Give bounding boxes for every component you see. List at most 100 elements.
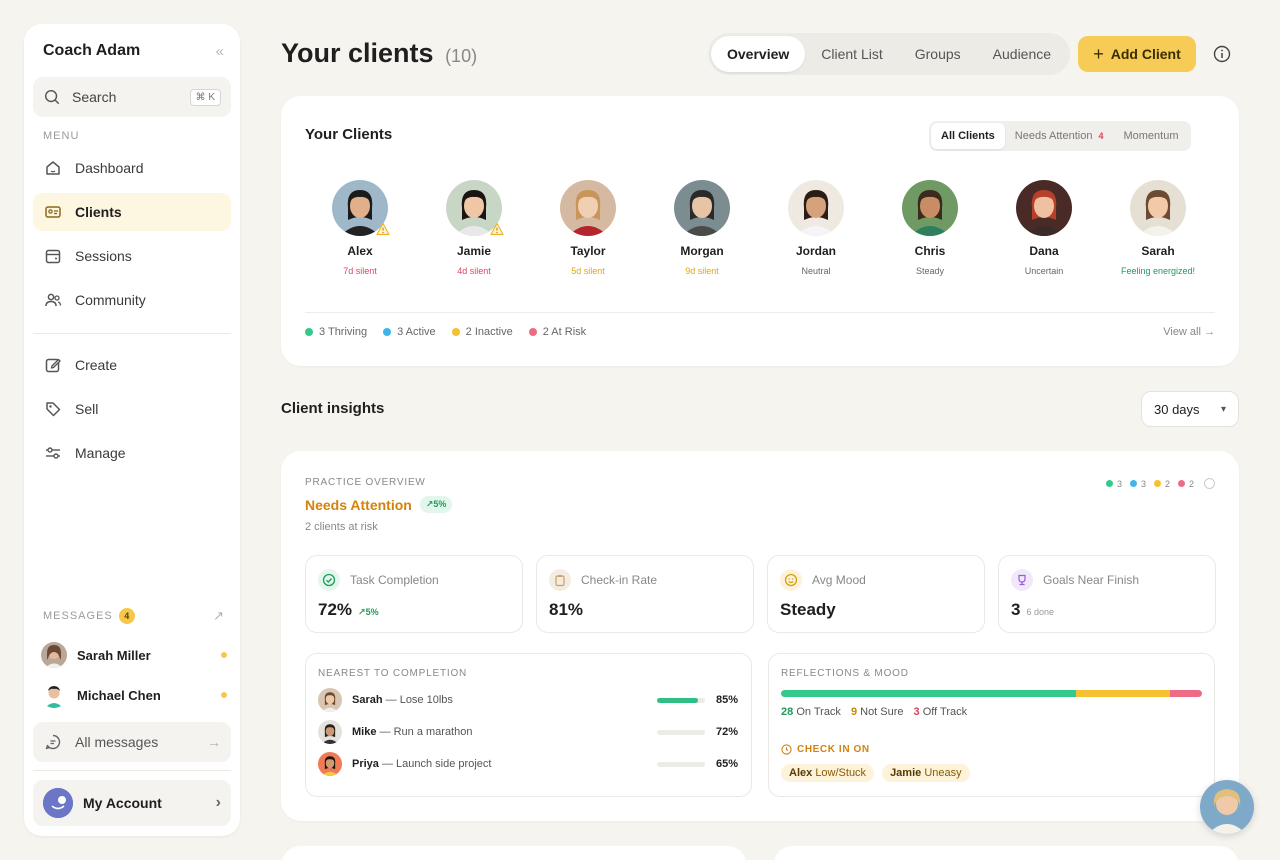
client-status: 7d silent [343, 266, 377, 276]
attention-count-badge: 4 [1098, 131, 1104, 141]
status-dot [1129, 480, 1137, 487]
id-card-icon [45, 206, 61, 218]
mini-legend-count: 2 [1188, 478, 1194, 489]
goal-description: — Launch side project [381, 758, 492, 770]
next-card-peek [281, 846, 747, 860]
client-avatar-card[interactable]: Jamie 4d silent [417, 180, 531, 276]
filter-label: Momentum [1123, 130, 1179, 142]
mood-count: 3 [913, 706, 920, 718]
check-in-tag[interactable]: Alex Low/Stuck [781, 764, 875, 782]
metric-value: 3 [1011, 600, 1021, 619]
metric-value-row: 81% [549, 600, 583, 620]
check-circle-icon [318, 569, 340, 591]
info-icon[interactable] [1204, 478, 1215, 489]
check-in-tag[interactable]: Jamie Uneasy [882, 764, 970, 782]
practice-subtitle: 2 clients at risk [305, 521, 378, 533]
check-in-label-text: CHECK IN ON [797, 744, 870, 755]
client-avatar-card[interactable]: Dana Uncertain [987, 180, 1101, 276]
tab-client-list[interactable]: Client List [805, 36, 898, 72]
messages-count-badge: 4 [118, 608, 135, 624]
sidebar-item-community[interactable]: Community [33, 281, 231, 319]
client-name: Dana [1029, 244, 1059, 258]
warning-icon [376, 222, 390, 236]
info-icon[interactable] [1212, 44, 1232, 64]
client-avatar-card[interactable]: Alex 7d silent [303, 180, 417, 276]
legend-item: 2 Inactive [451, 326, 513, 338]
client-avatar-card[interactable]: Sarah Feeling energized! [1101, 180, 1215, 276]
workspace-title: Coach Adam [43, 42, 141, 59]
client-name: Alex [347, 244, 373, 258]
client-name: Jordan [795, 244, 836, 258]
avatar [788, 180, 844, 236]
date-range-select[interactable]: 30 days ▾ [1141, 391, 1239, 427]
floating-support-avatar[interactable] [1200, 780, 1254, 834]
metric-card[interactable]: Avg Mood Steady [767, 555, 985, 633]
practice-overview-card: PRACTICE OVERVIEW Needs Attention ↗5% 2 … [281, 451, 1239, 821]
client-avatar-card[interactable]: Taylor 5d silent [531, 180, 645, 276]
avatar [1016, 180, 1072, 236]
client-status: Neutral [801, 266, 831, 276]
message-thread[interactable]: Michael Chen [41, 681, 227, 709]
add-client-button[interactable]: + Add Client [1078, 36, 1196, 72]
avatar [318, 720, 342, 744]
page-title: Your clients (10) [281, 38, 477, 69]
sidebar-item-dashboard[interactable]: Dashboard [33, 149, 231, 187]
all-messages-button[interactable]: All messages → [33, 722, 231, 762]
status-dot [451, 328, 460, 336]
client-name: Morgan [680, 244, 724, 258]
smile-icon [780, 569, 802, 591]
mini-legend-count: 3 [1116, 478, 1122, 489]
my-account-button[interactable]: My Account › [33, 780, 231, 826]
view-all-link[interactable]: View all → [1163, 326, 1215, 338]
goal-client-name: Sarah [352, 694, 383, 706]
sidebar-item-create[interactable]: Create [33, 346, 231, 384]
avatar [318, 752, 342, 776]
client-avatar-card[interactable]: Chris Steady [873, 180, 987, 276]
filter-momentum[interactable]: Momentum [1113, 123, 1188, 149]
expand-arrow-icon[interactable]: ↗ [213, 608, 224, 624]
tab-audience[interactable]: Audience [977, 36, 1067, 72]
avatar [674, 180, 730, 236]
metric-card[interactable]: Task Completion 72% ↗5% [305, 555, 523, 633]
filter-needs-attention[interactable]: Needs Attention 4 [1005, 123, 1114, 149]
sidebar-item-sessions[interactable]: Sessions [33, 237, 231, 275]
legend-label: 2 At Risk [542, 326, 587, 338]
collapse-sidebar-icon[interactable]: « [216, 43, 224, 60]
goal-progress-bar [657, 761, 705, 767]
sidebar-item-sell[interactable]: Sell [33, 390, 231, 428]
goal-description: — Lose 10lbs [385, 694, 453, 706]
client-avatar-card[interactable]: Jordan Neutral [759, 180, 873, 276]
tab-overview[interactable]: Overview [711, 36, 806, 72]
metric-card[interactable]: Check-in Rate 81% [536, 555, 754, 633]
filter-all-clients[interactable]: All Clients [931, 123, 1005, 149]
sidebar-divider [33, 333, 231, 334]
sidebar-item-clients[interactable]: Clients [33, 193, 231, 231]
tab-groups[interactable]: Groups [899, 36, 977, 72]
metric-card[interactable]: Goals Near Finish 3 6 done [998, 555, 1216, 633]
sidebar-item-manage[interactable]: Manage [33, 434, 231, 472]
metric-label: Avg Mood [812, 573, 866, 587]
page-title-text: Your clients [281, 38, 434, 68]
mood-legend: 28 On Track 9 Not Sure 3 Off Track [781, 706, 977, 718]
goal-progress-fill [657, 697, 698, 703]
avatar [318, 688, 342, 712]
search-input[interactable]: Search ⌘ K [33, 77, 231, 117]
metric-value: Steady [780, 600, 836, 619]
goal-row[interactable]: Mike — Run a marathon 72% [318, 720, 738, 744]
client-avatar-card[interactable]: Morgan 9d silent [645, 180, 759, 276]
metric-value-row: Steady [780, 600, 836, 620]
goal-client-name: Priya [352, 758, 379, 770]
menu-section-label: MENU [43, 130, 80, 142]
metric-trend: ↗5% [358, 607, 379, 617]
check-in-name: Jamie [890, 767, 922, 779]
mood-label: Not Sure [860, 706, 904, 718]
metric-value-row: 72% ↗5% [318, 600, 379, 620]
goal-row[interactable]: Priya — Launch side project 65% [318, 752, 738, 776]
mini-legend-item: 3 [1129, 479, 1146, 489]
avatar [1130, 180, 1186, 236]
legend-item: 2 At Risk [528, 326, 587, 338]
goal-row[interactable]: Sarah — Lose 10lbs 85% [318, 688, 738, 712]
legend-label: 3 Active [397, 326, 436, 338]
status-dot [1177, 480, 1185, 487]
message-thread[interactable]: Sarah Miller [41, 641, 227, 669]
